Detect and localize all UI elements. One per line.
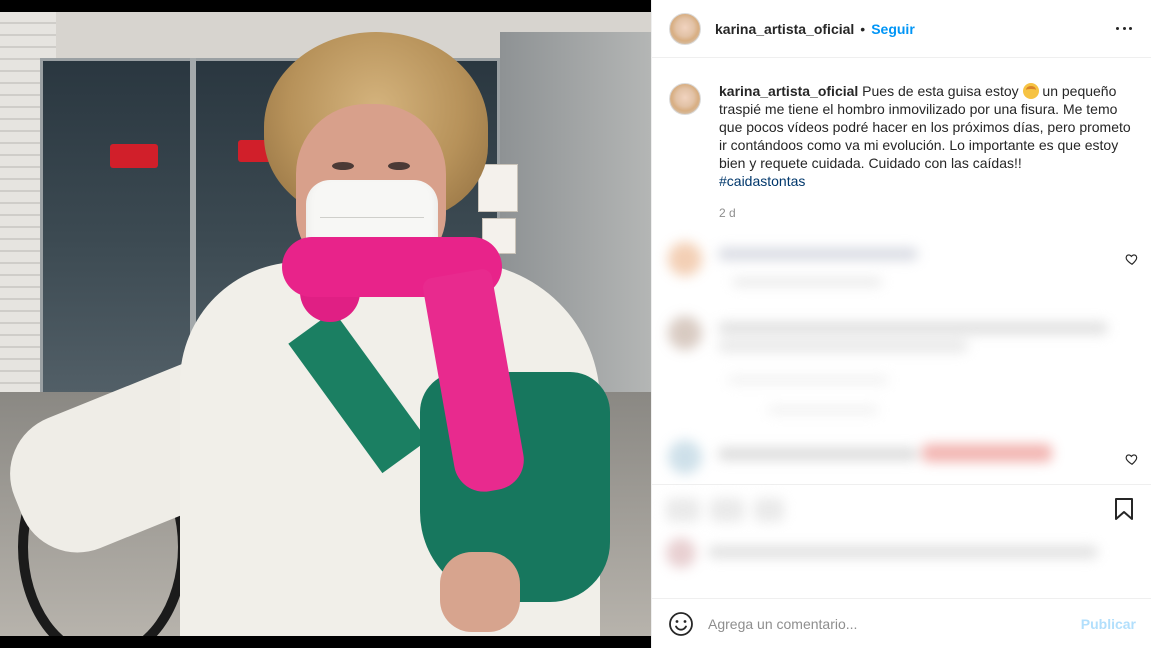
blurred-comment [658,306,1148,426]
photo-person-hand [440,552,520,632]
photo-person-eyes [332,162,412,174]
heart-icon[interactable] [1125,252,1139,266]
heart-icon[interactable] [1125,452,1139,466]
publish-button[interactable]: Publicar [1081,616,1136,632]
photo-logo-sign [110,144,158,168]
blurred-actions [662,488,792,532]
caption-text-part: Pues de esta guisa estoy [858,83,1023,99]
smile-icon[interactable] [668,611,694,637]
blurred-likes [660,530,1120,580]
hashtag-link[interactable]: #caidastontas [719,173,805,189]
more-options-icon[interactable] [1116,20,1132,36]
bookmark-icon[interactable] [1113,497,1135,521]
avatar[interactable] [669,12,701,45]
add-comment-bar: Publicar [652,598,1151,648]
post-timestamp[interactable]: 2 d [719,206,736,220]
follow-button[interactable]: Seguir [871,21,915,37]
post-details-panel: karina_artista_oficial • Seguir karina_a… [651,0,1151,648]
photo-bottom-letterbox [0,636,651,648]
header-separator: • [860,20,866,37]
header-username[interactable]: karina_artista_oficial [715,21,854,37]
caption-text: karina_artista_oficial Pues de esta guis… [719,82,1139,190]
caption-username[interactable]: karina_artista_oficial [719,83,858,99]
post-photo[interactable] [0,12,651,636]
blurred-comment [662,236,942,296]
avatar[interactable] [669,83,701,115]
post-caption: karina_artista_oficial Pues de esta guis… [669,82,1139,190]
actions-divider [652,484,1151,485]
person-gesturing-no-emoji [1022,83,1039,99]
photo-top-letterbox [0,0,651,12]
blurred-comment [662,430,1062,490]
post-header: karina_artista_oficial • Seguir [652,0,1151,58]
comment-input[interactable] [708,615,1081,632]
photo-face-mask-seam [320,217,424,218]
photo-poster [478,164,518,212]
